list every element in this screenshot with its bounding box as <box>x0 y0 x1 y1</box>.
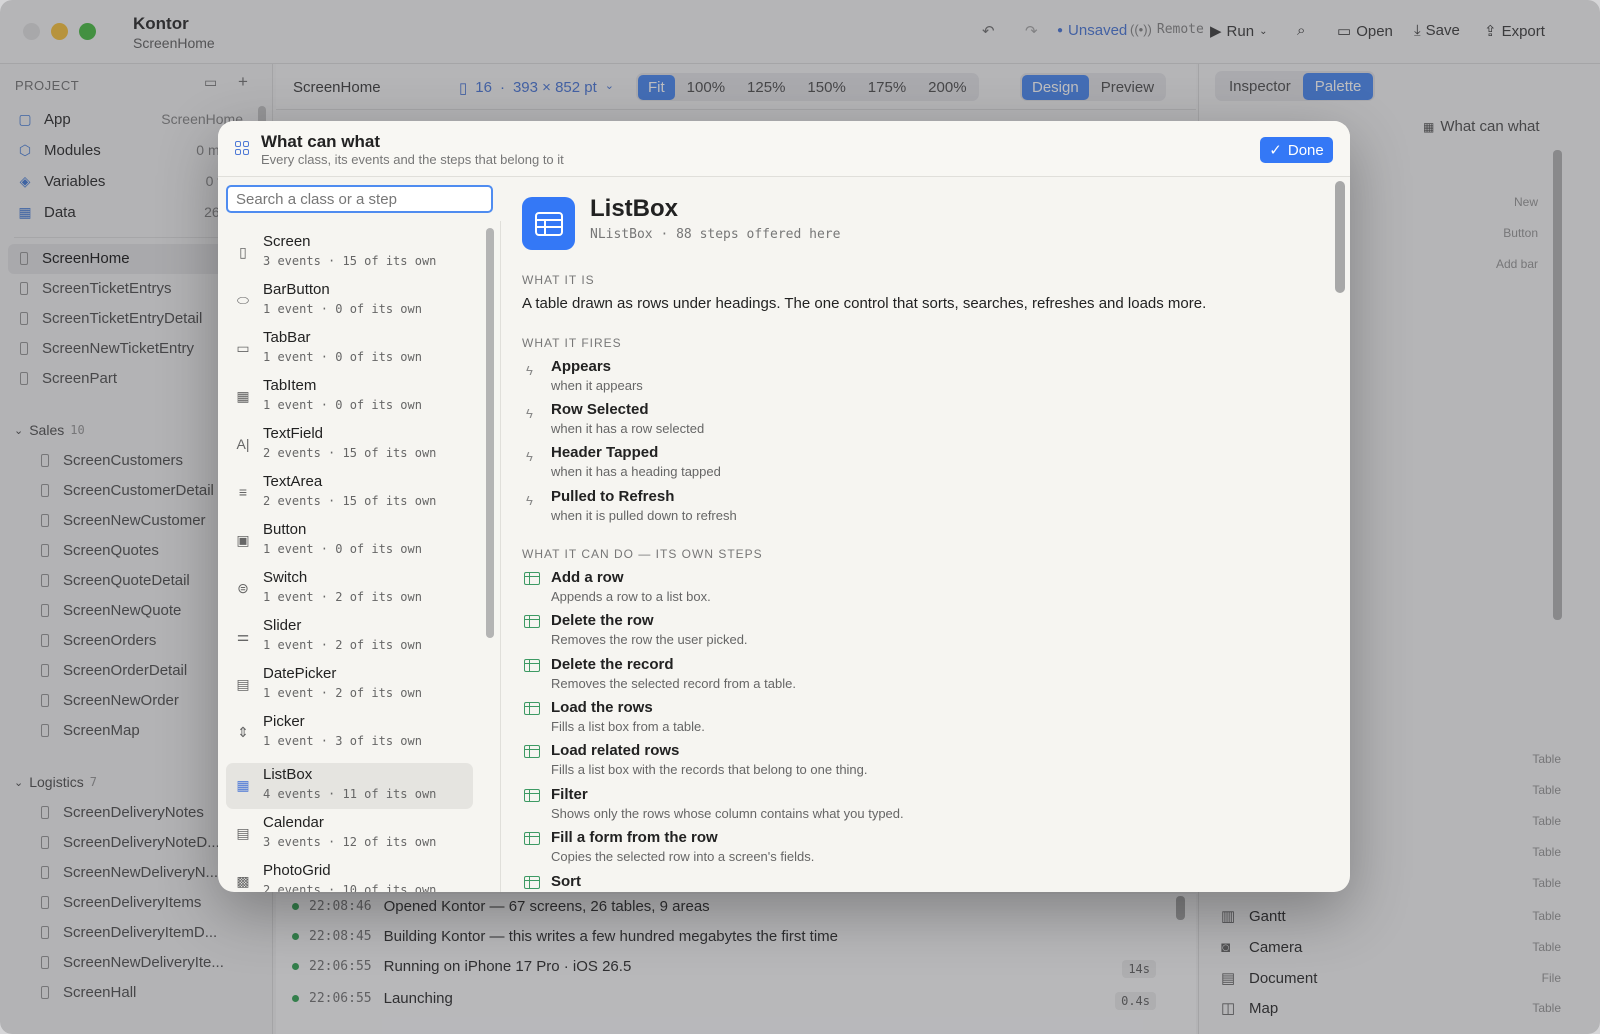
class-list-item[interactable]: ▩ PhotoGrid 2 events · 10 of its own <box>226 859 473 892</box>
dialog-title: What can what <box>261 132 381 151</box>
done-button[interactable]: ✓ Done <box>1260 137 1333 163</box>
lightning-icon: ϟ <box>526 363 533 378</box>
dialog-subtitle: Every class, its events and the steps th… <box>261 152 564 167</box>
event-item: ϟ Appears when it appears <box>526 358 643 393</box>
step-item[interactable]: Fill a form from the row Copies the selec… <box>522 829 1222 869</box>
class-list: ▯ Screen 3 events · 15 of its own ⬭ BarButt… <box>218 221 501 892</box>
step-item[interactable]: Add a row Appends a row to a list box. <box>522 569 1222 609</box>
dialog-header: What can what Every class, its events an… <box>218 121 1350 177</box>
step-item[interactable]: Filter Shows only the rows whose column c… <box>522 786 1222 826</box>
event-item: ϟ Header Tapped when it has a heading tapp… <box>526 444 721 479</box>
table-icon <box>524 659 540 672</box>
table-icon <box>524 615 540 628</box>
section-own-steps: WHAT IT CAN DO — ITS OWN STEPS <box>522 547 763 561</box>
class-list-item[interactable]: ▤ Calendar 3 events · 12 of its own <box>226 811 473 857</box>
listbox-table-icon <box>522 197 575 250</box>
photogrid-icon: ▩ <box>236 872 250 889</box>
app-window: Kontor ScreenHome ↶ ↷ ● Unsaved ((•)) Remo… <box>0 0 1600 1034</box>
event-item: ϟ Row Selected when it has a row selected <box>526 401 705 436</box>
class-list-item[interactable]: ▣ Button 1 event · 0 of its own <box>226 518 473 564</box>
step-item[interactable]: Load related rows Fills a list box with t… <box>522 742 1222 782</box>
class-detail: ListBox NListBox · 88 steps offered here… <box>502 178 1350 892</box>
table-icon <box>524 572 540 585</box>
class-list-item[interactable]: ▤ DatePicker 1 event · 2 of its own <box>226 662 473 708</box>
class-list-item[interactable]: ⬭ BarButton 1 event · 0 of its own <box>226 278 473 324</box>
class-list-item[interactable]: ▦ TabItem 1 event · 0 of its own <box>226 374 473 420</box>
switch-icon: ⊜ <box>237 579 249 596</box>
table-icon <box>524 876 540 889</box>
pill-icon: ⬭ <box>237 291 249 308</box>
button-icon: ▣ <box>236 531 250 548</box>
step-item[interactable]: Load the rows Fills a list box from a tab… <box>522 699 1222 739</box>
chevron-updown-icon: ⇕ <box>237 723 249 740</box>
step-item[interactable]: Delete the row Removes the row the user p… <box>522 612 1222 652</box>
grid-icon: ▦ <box>236 387 250 404</box>
lightning-icon: ϟ <box>526 493 533 508</box>
table-icon <box>524 702 540 715</box>
class-list-item[interactable]: ⊜ Switch 1 event · 2 of its own <box>226 566 473 612</box>
table-icon <box>524 789 540 802</box>
class-list-item[interactable]: ▭ TabBar 1 event · 0 of its own <box>226 326 473 372</box>
step-item[interactable]: Sort <box>522 873 1222 892</box>
what-can-what-dialog: What can what Every class, its events an… <box>218 121 1350 892</box>
class-meta: NListBox · 88 steps offered here <box>590 227 841 242</box>
section-what-it-is: WHAT IT IS <box>522 273 595 287</box>
table-icon: ▦ <box>236 776 250 793</box>
calendar-icon: ▤ <box>236 824 250 841</box>
tabbar-icon: ▭ <box>236 339 250 356</box>
event-item: ϟ Pulled to Refresh when it is pulled down… <box>526 488 737 523</box>
calendar-icon: ▤ <box>236 675 250 692</box>
class-list-item[interactable]: ⚌ Slider 1 event · 2 of its own <box>226 614 473 660</box>
class-name: ListBox <box>590 195 679 222</box>
class-list-item[interactable]: A| TextField 2 events · 15 of its own <box>226 422 473 468</box>
section-what-it-fires: WHAT IT FIRES <box>522 336 622 350</box>
class-list-item[interactable]: ⇕ Picker 1 event · 3 of its own <box>226 710 473 756</box>
slider-icon: ⚌ <box>236 627 250 644</box>
step-item[interactable]: Delete the record Removes the selected re… <box>522 656 1222 696</box>
class-search-input[interactable] <box>226 185 493 213</box>
phone-icon: ▯ <box>239 243 247 260</box>
class-list-scrollbar[interactable] <box>486 228 494 638</box>
textfield-icon: A| <box>236 436 250 452</box>
class-list-item[interactable]: ≡ TextArea 2 events · 15 of its own <box>226 470 473 516</box>
table-icon <box>524 832 540 845</box>
class-list-item[interactable]: ▯ Screen 3 events · 15 of its own <box>226 230 473 276</box>
detail-scrollbar[interactable] <box>1335 181 1345 293</box>
class-description: A table drawn as rows under headings. Th… <box>522 295 1207 312</box>
checkmark-icon: ✓ <box>1269 142 1282 159</box>
table-icon <box>524 745 540 758</box>
lightning-icon: ϟ <box>526 406 533 421</box>
class-list-item-selected[interactable]: ▦ ListBox 4 events · 11 of its own <box>226 763 473 809</box>
lightning-icon: ϟ <box>526 449 533 464</box>
grid-icon <box>235 141 249 155</box>
textarea-icon: ≡ <box>238 484 248 500</box>
